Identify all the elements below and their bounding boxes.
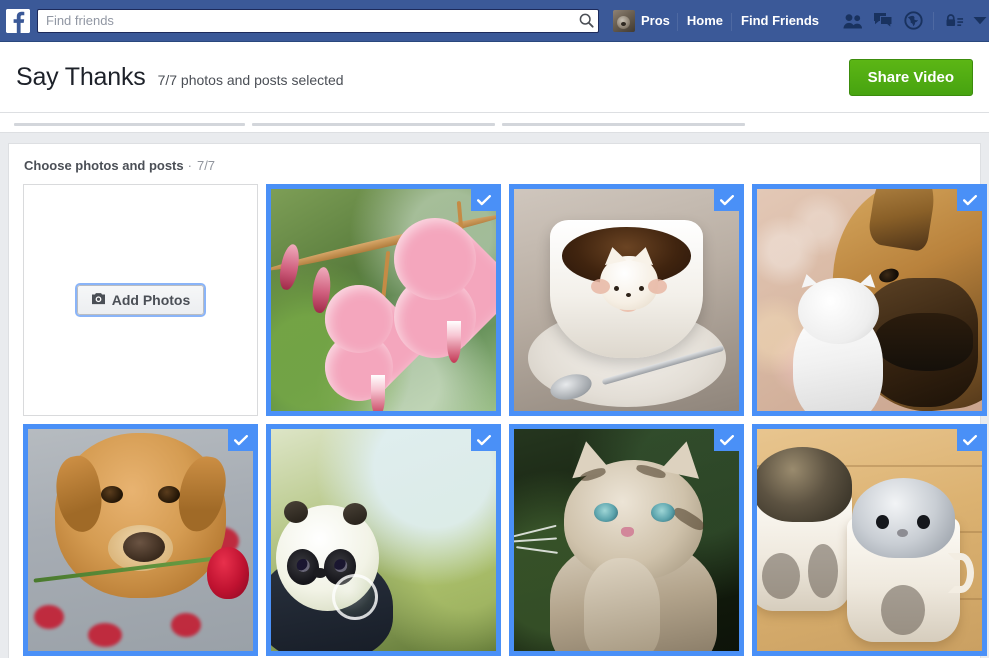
- selection-summary: 7/7 photos and posts selected: [157, 71, 344, 88]
- photo-tile[interactable]: [23, 424, 258, 656]
- photo-thumbnail: [514, 429, 739, 651]
- section-separator: ·: [187, 158, 192, 173]
- nav-icon-group: [838, 6, 989, 36]
- photo-tile[interactable]: [752, 184, 987, 416]
- photo-tile[interactable]: [509, 424, 744, 656]
- photo-thumbnail: [757, 429, 982, 651]
- nav-profile-name: Pros: [641, 12, 670, 28]
- choose-photos-card: Choose photos and posts · 7/7 Add Photos: [8, 143, 987, 658]
- share-video-button[interactable]: Share Video: [848, 58, 973, 96]
- photo-thumbnail: [271, 429, 496, 651]
- add-photos-button[interactable]: Add Photos: [76, 285, 205, 315]
- facebook-f-logo[interactable]: [6, 8, 30, 33]
- step-progress-bars: [0, 113, 989, 133]
- photo-tile[interactable]: [266, 184, 501, 416]
- search-input[interactable]: [37, 8, 599, 33]
- section-title-text: Choose photos and posts: [24, 158, 184, 173]
- photo-tile[interactable]: [752, 424, 987, 656]
- page-body: Choose photos and posts · 7/7 Add Photos: [0, 133, 989, 658]
- step-bar-1[interactable]: [14, 123, 245, 126]
- add-photos-tile[interactable]: Add Photos: [23, 184, 258, 416]
- section-header: Choose photos and posts · 7/7: [16, 158, 973, 173]
- photo-thumbnail: [28, 429, 253, 651]
- facebook-top-navigation-bar: Pros Home Find Friends: [0, 0, 989, 42]
- photo-tile[interactable]: [509, 184, 744, 416]
- photo-grid: Add Photos: [16, 184, 987, 656]
- nav-profile-link[interactable]: Pros: [609, 6, 678, 36]
- messages-icon[interactable]: [868, 8, 898, 34]
- avatar: [613, 9, 635, 32]
- account-caret-down-icon[interactable]: [969, 8, 989, 34]
- step-bar-2[interactable]: [252, 123, 495, 126]
- add-photos-label: Add Photos: [111, 292, 191, 308]
- privacy-lock-icon[interactable]: [939, 8, 969, 34]
- photo-thumbnail: [757, 189, 982, 411]
- friend-requests-icon[interactable]: [838, 8, 868, 34]
- section-count: 7/7: [196, 158, 216, 173]
- page-header: Say Thanks 7/7 photos and posts selected…: [0, 42, 989, 113]
- nav-divider: [933, 11, 935, 30]
- photo-tile[interactable]: [266, 424, 501, 656]
- search-icon[interactable]: [574, 10, 598, 32]
- photo-thumbnail: [271, 189, 496, 411]
- nav-item-find-friends[interactable]: Find Friends: [732, 6, 828, 36]
- notifications-globe-icon[interactable]: [898, 8, 928, 34]
- camera-icon: [91, 292, 106, 308]
- nav-item-home[interactable]: Home: [678, 6, 733, 36]
- photo-thumbnail: [514, 189, 739, 411]
- navigation-links: Pros Home Find Friends: [609, 0, 989, 42]
- step-bar-3[interactable]: [502, 123, 745, 126]
- page-title: Say Thanks: [16, 63, 146, 91]
- search-bar[interactable]: [37, 8, 599, 33]
